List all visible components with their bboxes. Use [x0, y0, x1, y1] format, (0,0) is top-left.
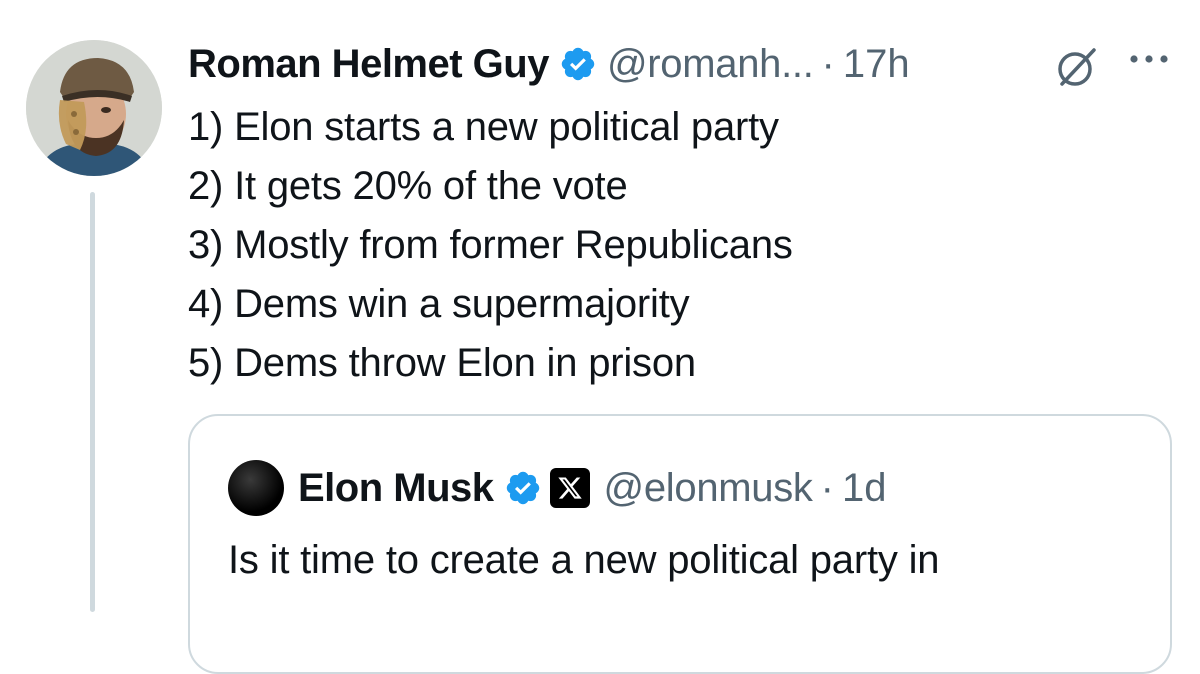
- quoted-tweet-card[interactable]: Elon Musk @elonmusk · 1d Is it time to c…: [188, 414, 1172, 674]
- quoted-author-handle[interactable]: @elonmusk: [604, 466, 813, 511]
- author-name[interactable]: Roman Helmet Guy: [188, 42, 549, 87]
- quoted-tweet-text: Is it time to create a new political par…: [228, 538, 940, 582]
- verified-badge-icon[interactable]: [559, 45, 597, 83]
- verified-badge-icon[interactable]: [504, 469, 542, 507]
- tweet-line: 2) It gets 20% of the vote: [188, 164, 628, 208]
- separator-dot: ·: [820, 465, 834, 510]
- avatar-image: [26, 40, 162, 176]
- timestamp[interactable]: 17h: [843, 42, 910, 87]
- quoted-author-name[interactable]: Elon Musk: [298, 466, 494, 511]
- quoted-timestamp[interactable]: 1d: [842, 466, 887, 511]
- tweet-line: 4) Dems win a supermajority: [188, 282, 690, 326]
- tweet-text: 1) Elon starts a new political party 2) …: [188, 98, 793, 393]
- tweet-line: 5) Dems throw Elon in prison: [188, 341, 696, 385]
- separator-dot: ·: [821, 41, 835, 86]
- more-options-icon[interactable]: [1128, 52, 1170, 71]
- grok-icon[interactable]: [1054, 44, 1100, 95]
- author-handle[interactable]: @romanh...: [607, 42, 814, 87]
- x-logo-icon[interactable]: [549, 468, 590, 508]
- author-avatar[interactable]: [26, 40, 162, 176]
- quoted-author-avatar[interactable]: [228, 460, 284, 516]
- tweet-line: 1) Elon starts a new political party: [188, 105, 779, 149]
- tweet-header: Roman Helmet Guy @romanh... · 17h: [188, 34, 910, 94]
- thread-connector-line: [90, 192, 95, 612]
- quoted-tweet-header: Elon Musk @elonmusk · 1d: [228, 460, 886, 516]
- tweet-line: 3) Mostly from former Republicans: [188, 223, 793, 267]
